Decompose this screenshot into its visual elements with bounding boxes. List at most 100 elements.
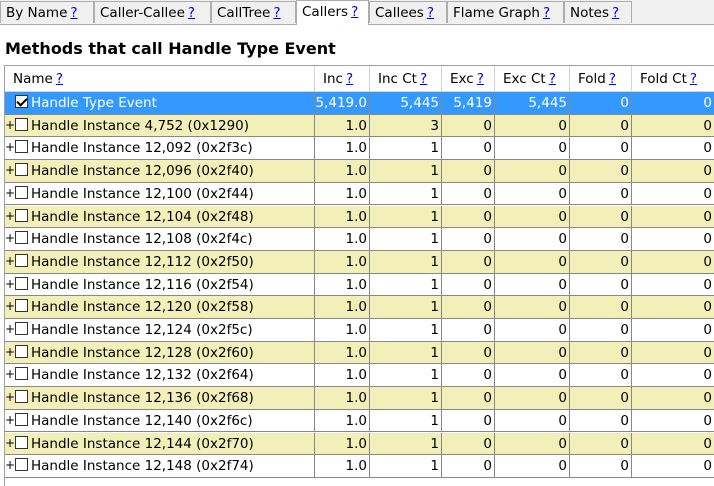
table-row[interactable]: + Handle Instance 12,108 (0x2f4c) 1.0 1 0 0 0 0 [5, 228, 714, 251]
help-link[interactable]: ? [351, 4, 358, 20]
row-checkbox[interactable] [15, 276, 28, 290]
callers-grid[interactable]: Name? Inc? Inc Ct? Exc? Exc Ct? Fold? Fold Ct?… [4, 65, 714, 486]
table-row[interactable]: + Handle Instance 12,136 (0x2f68) 1.0 1 0 0 0 0 [5, 387, 714, 410]
row-checkbox[interactable] [15, 367, 28, 381]
table-row[interactable]: + Handle Instance 12,132 (0x2f64) 1.0 1 0 0 0 0 [5, 364, 714, 388]
table-row[interactable]: + Handle Instance 12,124 (0x2f5c) 1.0 1 0 0 0 0 [5, 319, 714, 342]
expand-icon[interactable]: + [5, 319, 15, 339]
cell-inc-ct: 1 [370, 409, 442, 433]
table-row[interactable]: + Handle Instance 12,092 (0x2f3c) 1.0 1 0 0 0 0 [5, 137, 714, 161]
tab-calltree[interactable]: CallTree? [211, 1, 296, 23]
tab-caller-callee[interactable]: Caller-Callee? [94, 1, 211, 23]
help-link[interactable]: ? [56, 71, 63, 87]
column-header-inc-ct[interactable]: Inc Ct? [370, 66, 442, 92]
cell-exc: 0 [442, 160, 495, 183]
cell-fold: 0 [570, 160, 632, 183]
table-row[interactable]: + Handle Instance 12,120 (0x2f58) 1.0 1 0 0 0 0 [5, 296, 714, 319]
cell-exc-ct: 0 [495, 114, 570, 138]
row-checkbox[interactable] [15, 390, 28, 404]
help-link[interactable]: ? [188, 5, 195, 21]
row-checkbox[interactable] [15, 435, 28, 449]
help-link[interactable]: ? [477, 71, 484, 87]
tab-label: CallTree [217, 5, 271, 21]
cell-exc: 0 [442, 409, 495, 433]
row-checkbox[interactable] [15, 208, 28, 222]
method-name: Handle Instance 12,112 (0x2f50) [31, 253, 254, 270]
table-row[interactable]: Handle Type Event 5,419.0 5,445 5,419 5,445 0… [5, 92, 714, 115]
tab-flame-graph[interactable]: Flame Graph? [447, 1, 564, 23]
row-checkbox[interactable] [15, 185, 28, 199]
expand-icon[interactable]: + [5, 455, 15, 475]
row-checkbox[interactable] [15, 253, 28, 267]
cell-exc: 0 [442, 387, 495, 410]
cell-inc-ct: 5,445 [370, 92, 442, 115]
help-link[interactable]: ? [273, 5, 280, 21]
table-row[interactable]: + Handle Instance 12,140 (0x2f6c) 1.0 1 0 0 0 0 [5, 409, 714, 433]
column-header-name[interactable]: Name? [5, 66, 315, 92]
cell-exc-ct: 0 [495, 432, 570, 456]
tab-by-name[interactable]: By Name? [0, 1, 94, 23]
row-checkbox[interactable] [15, 163, 28, 177]
table-row[interactable]: + Handle Instance 12,112 (0x2f50) 1.0 1 0 0 0 0 [5, 250, 714, 274]
expand-icon[interactable]: + [5, 296, 15, 316]
cell-exc-ct: 5,445 [495, 92, 570, 115]
table-row[interactable]: + Handle Instance 12,128 (0x2f60) 1.0 1 0 0 0 0 [5, 341, 714, 365]
table-row[interactable]: + Handle Instance 12,144 (0x2f70) 1.0 1 0 0 0 0 [5, 432, 714, 456]
table-row[interactable]: + Handle Instance 4,752 (0x1290) 1.0 3 0 0 0 0 [5, 114, 714, 138]
expand-icon[interactable]: + [5, 274, 15, 294]
table-row[interactable]: + Handle Instance 12,096 (0x2f40) 1.0 1 0 0 0 0 [5, 160, 714, 183]
row-checkbox[interactable] [15, 231, 28, 245]
cell-inc: 1.0 [315, 250, 370, 274]
help-link[interactable]: ? [609, 71, 616, 87]
expand-icon[interactable]: + [5, 160, 15, 180]
tab-notes[interactable]: Notes? [564, 1, 632, 23]
cell-fold-ct: 0 [632, 92, 714, 115]
table-row[interactable]: + Handle Instance 12,116 (0x2f54) 1.0 1 0 0 0 0 [5, 273, 714, 297]
row-checkbox[interactable] [15, 322, 28, 335]
expand-icon[interactable]: + [5, 115, 15, 135]
cell-inc: 1.0 [315, 455, 370, 478]
column-header-fold[interactable]: Fold? [570, 66, 632, 92]
help-link[interactable]: ? [612, 5, 619, 21]
help-link[interactable]: ? [549, 71, 556, 87]
table-row[interactable]: + Handle Instance 12,148 (0x2f74) 1.0 1 0 0 0 0 [5, 455, 714, 478]
cell-exc: 0 [442, 296, 495, 319]
cell-inc: 1.0 [315, 228, 370, 251]
help-link[interactable]: ? [543, 5, 550, 21]
tab-label: Flame Graph [453, 5, 540, 21]
help-link[interactable]: ? [70, 5, 77, 21]
expand-icon[interactable]: + [5, 183, 15, 203]
row-checkbox[interactable] [15, 412, 28, 426]
expand-icon[interactable]: + [5, 387, 15, 407]
column-header-fold-ct[interactable]: Fold Ct? [632, 66, 714, 92]
help-link[interactable]: ? [690, 71, 697, 87]
table-row[interactable]: + Handle Instance 12,104 (0x2f48) 1.0 1 0 0 0 0 [5, 205, 714, 229]
column-header-exc-ct[interactable]: Exc Ct? [495, 66, 570, 92]
row-checkbox[interactable] [15, 117, 28, 131]
cell-inc: 1.0 [315, 387, 370, 410]
expand-icon[interactable]: + [5, 410, 15, 430]
expand-icon[interactable]: + [5, 251, 15, 271]
row-checkbox[interactable] [15, 299, 28, 313]
help-link[interactable]: ? [346, 71, 353, 87]
expand-icon[interactable]: + [5, 364, 15, 384]
expand-icon[interactable]: + [5, 206, 15, 226]
row-checkbox[interactable] [15, 95, 28, 108]
row-checkbox[interactable] [15, 344, 28, 358]
row-checkbox[interactable] [15, 140, 28, 154]
column-header-inc[interactable]: Inc? [315, 66, 370, 92]
expand-icon[interactable]: + [5, 433, 15, 453]
column-header-exc[interactable]: Exc? [442, 66, 495, 92]
method-name: Handle Instance 12,096 (0x2f40) [31, 163, 254, 180]
cell-inc-ct: 1 [370, 160, 442, 183]
expand-icon[interactable]: + [5, 137, 15, 157]
help-link[interactable]: ? [427, 5, 434, 21]
row-checkbox[interactable] [15, 458, 28, 472]
help-link[interactable]: ? [420, 71, 427, 87]
tab-callees[interactable]: Callees? [369, 1, 447, 23]
expand-icon[interactable]: + [5, 228, 15, 248]
expand-icon[interactable]: + [5, 342, 15, 362]
cell-exc: 0 [442, 205, 495, 229]
tab-callers[interactable]: Callers? [296, 0, 369, 25]
table-row[interactable]: + Handle Instance 12,100 (0x2f44) 1.0 1 0 0 0 0 [5, 182, 714, 206]
